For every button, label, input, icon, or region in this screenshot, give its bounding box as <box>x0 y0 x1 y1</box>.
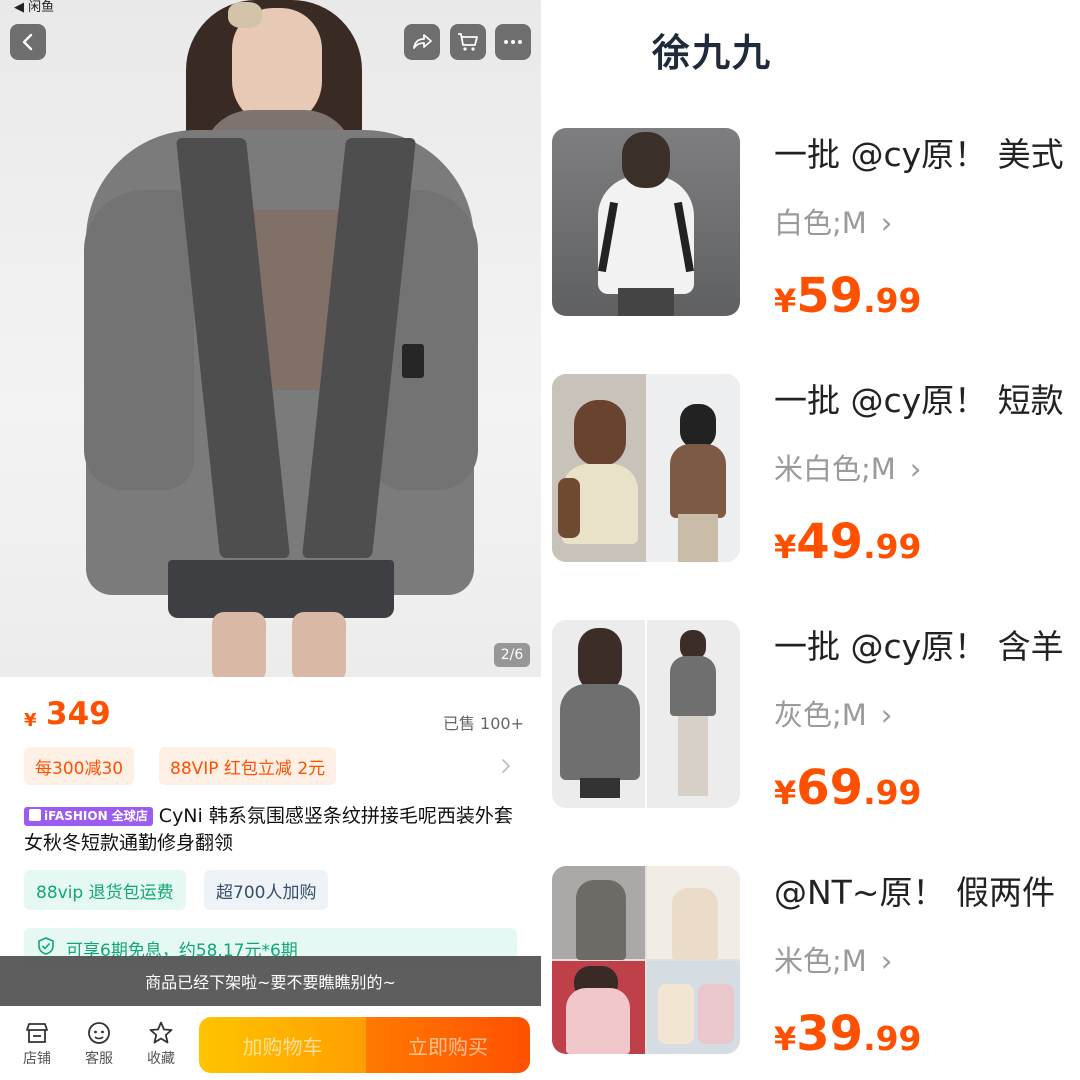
more-dots-icon <box>504 40 522 44</box>
item-variant-label: 米色;M <box>774 944 867 978</box>
list-item[interactable]: 一批 @cy原！ 美式 白色;M › ¥59.99 <box>552 128 1080 324</box>
service-button[interactable]: 客服 <box>79 1020 119 1068</box>
share-icon <box>413 34 432 49</box>
list-item[interactable]: 一批 @cy原！ 含羊 灰色;M › ¥69.99 <box>552 620 1080 816</box>
chevron-right-icon[interactable] <box>497 755 515 777</box>
store-label: 店铺 <box>23 1051 51 1067</box>
store-button[interactable]: 店铺 <box>17 1020 57 1068</box>
item-variant-label: 白色;M <box>774 206 867 240</box>
tag-return-shipping[interactable]: 88vip 退货包运费 <box>24 870 186 910</box>
share-button[interactable] <box>404 24 440 60</box>
item-variant[interactable]: 米色;M › <box>774 938 892 980</box>
item-price-dec: .99 <box>863 1019 922 1058</box>
item-price-int: 39 <box>796 1006 864 1062</box>
chevron-right-icon: › <box>880 698 893 732</box>
item-price-symbol: ¥ <box>774 1020 797 1058</box>
product-photo[interactable]: ◀ 闲鱼 2/6 <box>0 0 541 677</box>
item-price-dec: .99 <box>863 527 922 566</box>
add-to-cart-button[interactable]: 加购物车 <box>199 1017 366 1073</box>
product-detail-panel: ◀ 闲鱼 2/6 ¥ 349 已售 100+ 每300减30 88VIP 红包立… <box>0 0 541 1080</box>
brand-badge[interactable]: iFASHION 全球店 <box>24 807 153 826</box>
status-back-app[interactable]: ◀ 闲鱼 <box>14 0 54 15</box>
seller-name[interactable]: 徐九九 <box>652 22 772 77</box>
item-title: 一批 @cy原！ 美式 <box>774 135 1064 174</box>
item-price: ¥59.99 <box>774 268 922 324</box>
toast-message: 商品已经下架啦~要不要瞧瞧别的~ <box>0 956 541 1006</box>
item-price: ¥49.99 <box>774 514 922 570</box>
heart-icon <box>29 809 41 821</box>
price-symbol: ¥ <box>24 710 37 731</box>
service-label: 客服 <box>85 1051 113 1067</box>
more-button[interactable] <box>495 24 531 60</box>
item-thumbnail[interactable] <box>552 866 740 1054</box>
item-price-int: 69 <box>796 760 864 816</box>
chevron-right-icon: › <box>880 206 893 240</box>
bottom-action-bar: 店铺 客服 收藏 加购物车 立即购买 <box>0 1006 541 1080</box>
back-button[interactable] <box>10 24 46 60</box>
favorite-button[interactable]: 收藏 <box>141 1020 181 1068</box>
item-thumbnail[interactable] <box>552 374 740 562</box>
list-item[interactable]: 一批 @cy原！ 短款 米白色;M › ¥49.99 <box>552 374 1080 570</box>
item-variant[interactable]: 灰色;M › <box>774 692 892 734</box>
tag-add-to-cart-count[interactable]: 超700人加购 <box>204 870 329 910</box>
item-thumbnail[interactable] <box>552 620 740 808</box>
price-value: 349 <box>46 696 111 732</box>
favorite-label: 收藏 <box>147 1051 175 1067</box>
item-price: ¥39.99 <box>774 1006 922 1062</box>
screen: ◀ 闲鱼 2/6 ¥ 349 已售 100+ 每300减30 88VIP 红包立… <box>0 0 1080 1080</box>
item-variant[interactable]: 米白色;M › <box>774 446 921 488</box>
price-row: ¥ 349 已售 100+ <box>24 696 524 738</box>
item-price-int: 59 <box>796 268 864 324</box>
item-price-symbol: ¥ <box>774 282 797 320</box>
buy-now-button[interactable]: 立即购买 <box>366 1017 530 1073</box>
item-title: @NT~原！ 假两件 <box>774 873 1055 912</box>
item-variant[interactable]: 白色;M › <box>774 200 892 242</box>
item-price-symbol: ¥ <box>774 774 797 812</box>
item-price-dec: .99 <box>863 773 922 812</box>
item-variant-label: 米白色;M <box>774 452 896 486</box>
item-variant-label: 灰色;M <box>774 698 867 732</box>
item-title: 一批 @cy原！ 短款 <box>774 381 1064 420</box>
promo-tag-discount[interactable]: 每300减30 <box>24 747 135 785</box>
promo-tag-vip[interactable]: 88VIP 红包立减 2元 <box>159 747 337 785</box>
product-title: iFASHION 全球店 CyNi 韩系氛围感竖条纹拼接毛呢西装外套女秋冬短款通勤… <box>24 803 514 857</box>
list-item[interactable]: @NT~原！ 假两件 米色;M › ¥39.99 <box>552 866 1080 1062</box>
image-counter: 2/6 <box>494 643 530 667</box>
item-price-symbol: ¥ <box>774 528 797 566</box>
service-face-icon <box>88 1022 110 1044</box>
star-icon <box>149 1021 173 1044</box>
item-price-dec: .99 <box>863 281 922 320</box>
item-title: 一批 @cy原！ 含羊 <box>774 627 1064 666</box>
chevron-right-icon: › <box>880 944 893 978</box>
item-price: ¥69.99 <box>774 760 922 816</box>
cart-icon <box>458 33 478 51</box>
cart-button[interactable] <box>450 24 486 60</box>
chevron-right-icon: › <box>909 452 922 486</box>
sold-count: 已售 100+ <box>442 714 524 733</box>
store-icon <box>26 1023 48 1043</box>
chevron-left-icon <box>22 33 33 51</box>
shield-check-icon <box>38 937 54 955</box>
item-thumbnail[interactable] <box>552 128 740 316</box>
seller-items-panel: 徐九九 一批 @cy原！ 美式 白色;M › ¥59.99 一批 @cy原！ 短款… <box>541 0 1080 1080</box>
item-price-int: 49 <box>796 514 864 570</box>
brand-badge-label: iFASHION 全球店 <box>44 809 148 823</box>
